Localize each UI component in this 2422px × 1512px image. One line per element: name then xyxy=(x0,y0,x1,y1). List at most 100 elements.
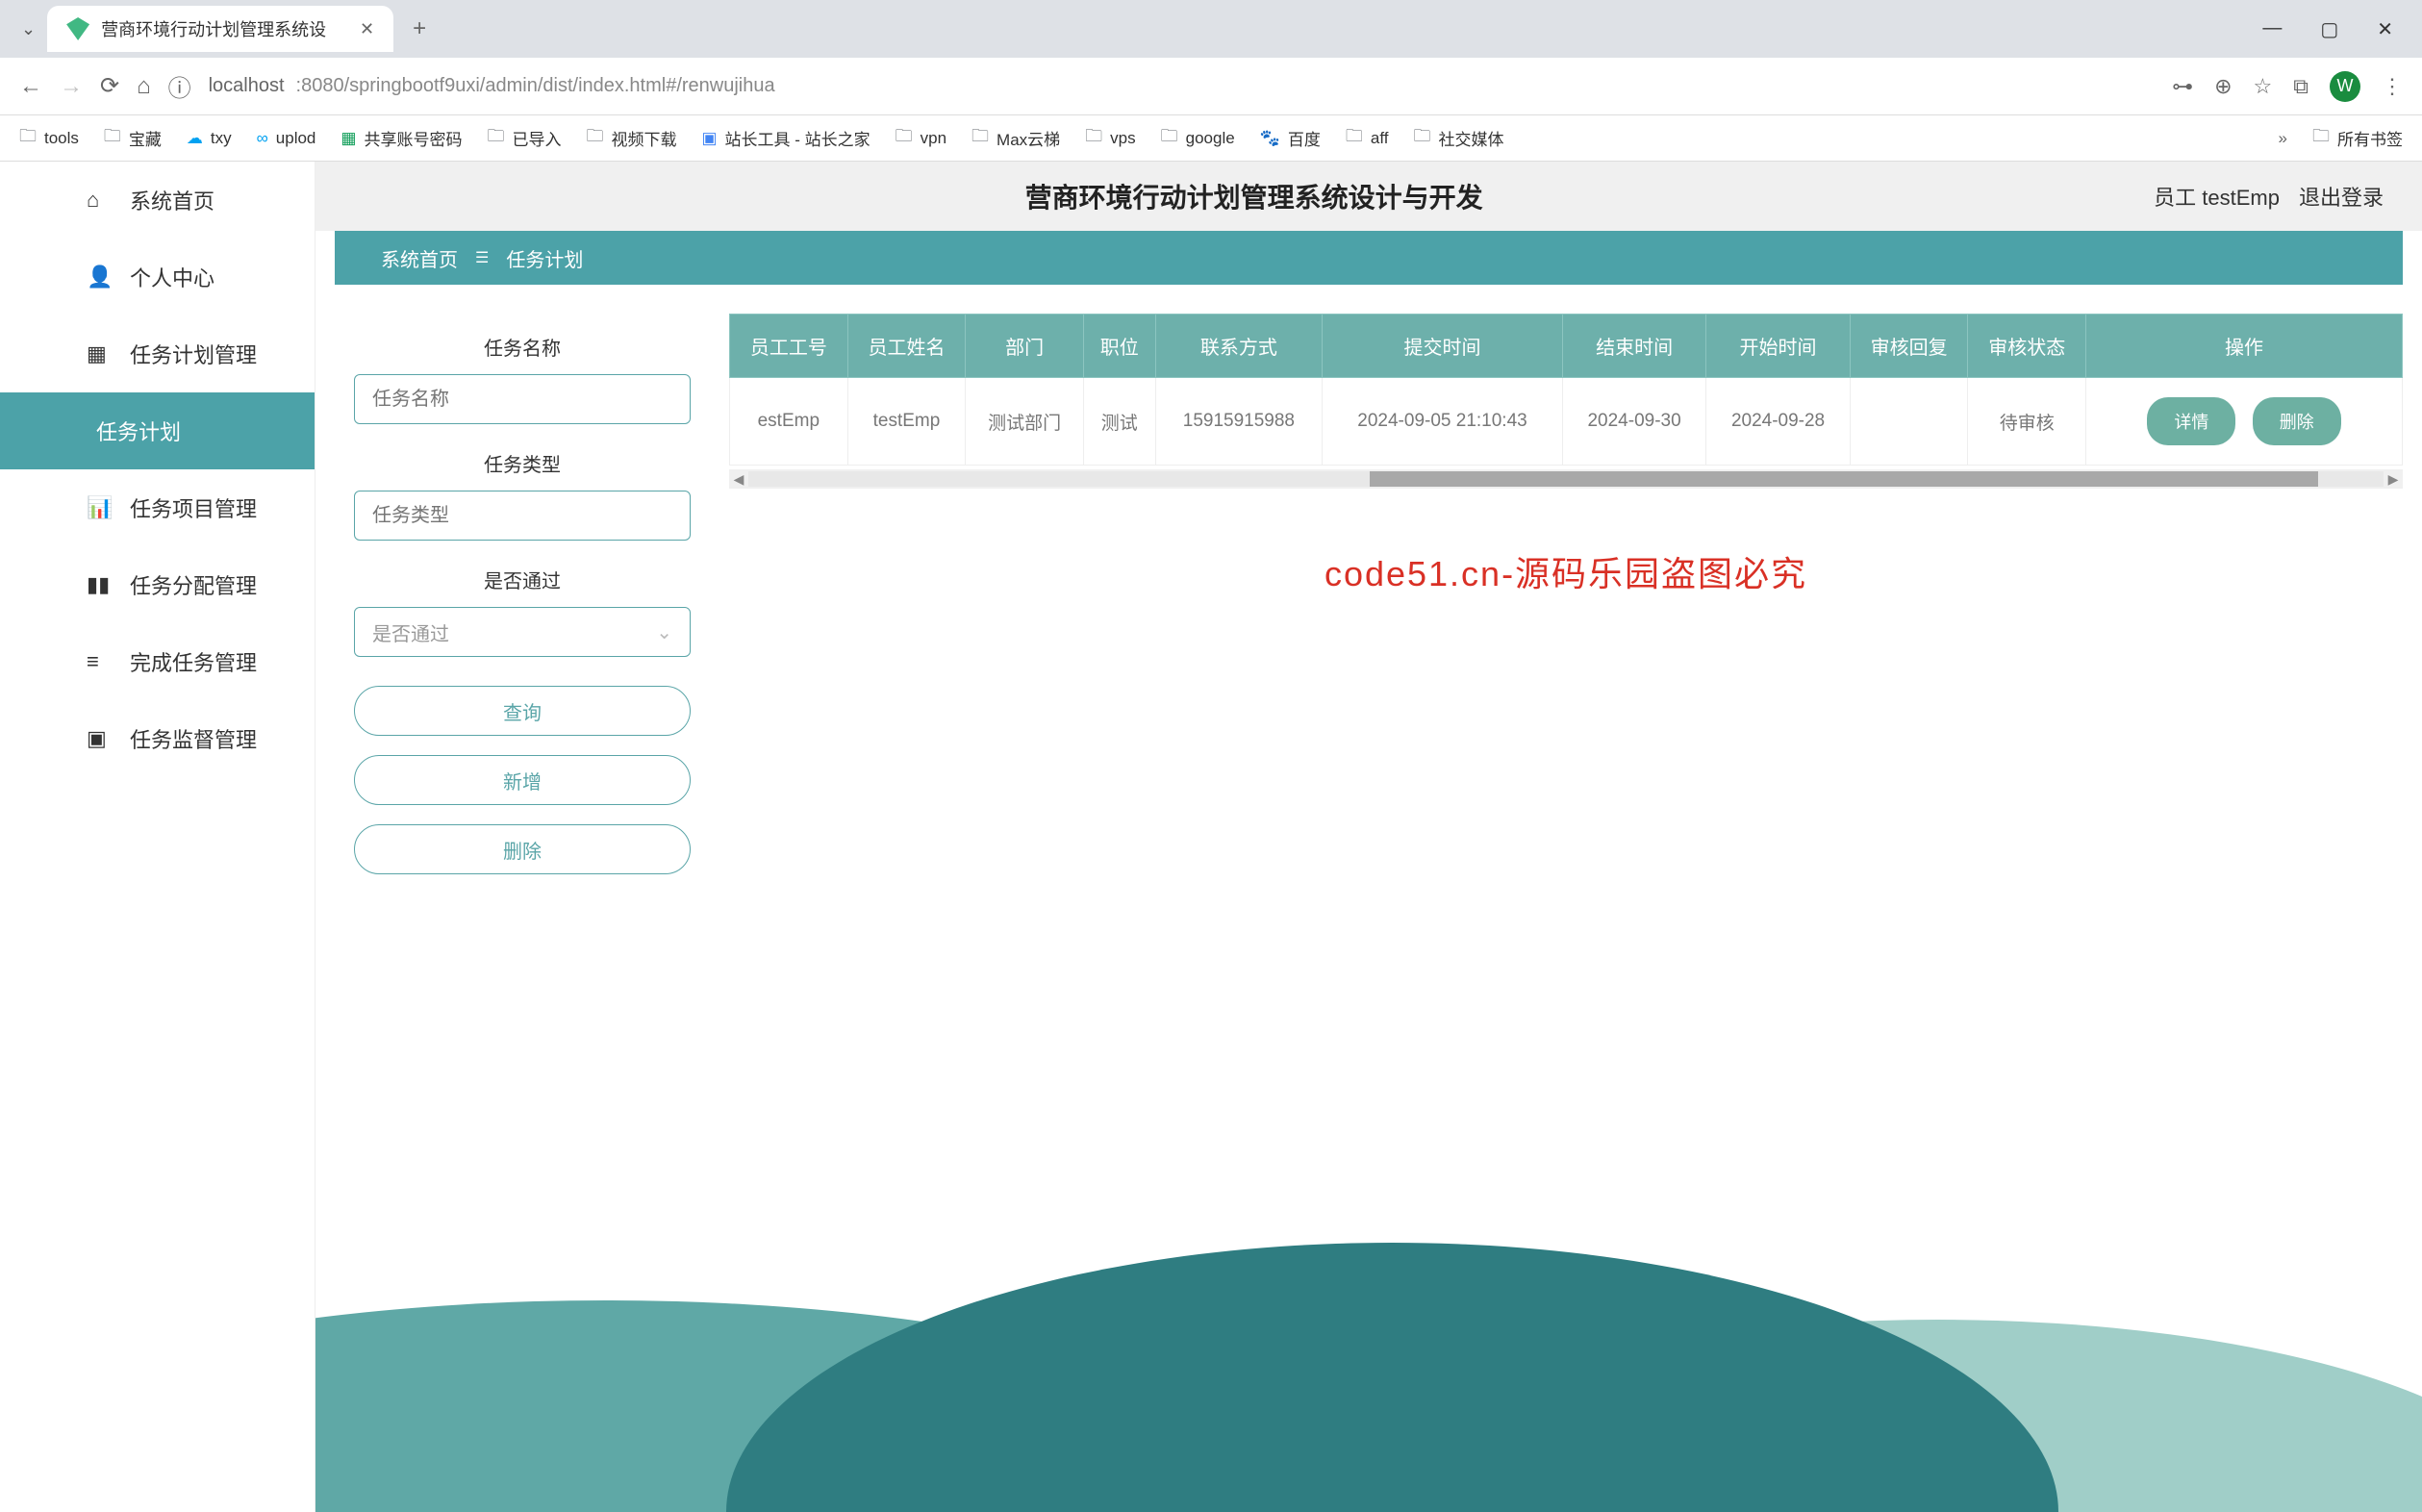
app-root: ⌂系统首页 👤个人中心 ▦任务计划管理 任务计划 📊任务项目管理 ▮▮任务分配管… xyxy=(0,162,2422,1512)
bookmark-overflow-icon[interactable]: » xyxy=(2279,129,2287,148)
horizontal-scrollbar[interactable]: ◀ ▶ xyxy=(729,469,2403,489)
folder-icon: 🗀 xyxy=(19,124,37,153)
bookmark-zhanzhang[interactable]: ▣站长工具 - 站长之家 xyxy=(701,126,870,150)
detail-button[interactable]: 详情 xyxy=(2147,397,2235,445)
table-header-row: 员工工号 员工姓名 部门 职位 联系方式 提交时间 结束时间 开始时间 审核回复… xyxy=(730,315,2403,378)
scroll-thumb[interactable] xyxy=(1370,471,2318,487)
tab-bar: ⌄ 营商环境行动计划管理系统设 ✕ + — ▢ ✕ xyxy=(0,0,2422,58)
th-contact: 联系方式 xyxy=(1155,315,1323,378)
th-review-status: 审核状态 xyxy=(1968,315,2086,378)
bookmark-baidu[interactable]: 🐾百度 xyxy=(1260,126,1321,150)
filter-panel: 任务名称 任务类型 是否通过 是否通过 ⌄ 查询 新增 删除 xyxy=(335,314,710,913)
header-user[interactable]: 员工 testEmp xyxy=(2154,181,2280,212)
bookmark-vpn[interactable]: 🗀vpn xyxy=(896,124,946,153)
bars-icon: ▮▮ xyxy=(87,572,110,597)
reload-icon[interactable]: ⟳ xyxy=(100,72,119,100)
th-end-time: 结束时间 xyxy=(1562,315,1705,378)
sidebar-item-assign-mgmt[interactable]: ▮▮任务分配管理 xyxy=(0,546,315,623)
folder-icon: 🗀 xyxy=(487,124,504,153)
bookmark-uplod[interactable]: ∞uplod xyxy=(257,129,316,148)
watermark-banner: code51.cn-源码乐园盗图必究 xyxy=(729,546,2403,596)
table-row: estEmp testEmp 测试部门 测试 15915915988 2024-… xyxy=(730,378,2403,466)
cloud-icon: ☁ xyxy=(187,129,203,148)
bookmark-txy[interactable]: ☁txy xyxy=(187,129,232,148)
close-window-icon[interactable]: ✕ xyxy=(2377,17,2393,41)
row-delete-button[interactable]: 删除 xyxy=(2253,397,2341,445)
bookmark-max[interactable]: 🗀Max云梯 xyxy=(971,124,1060,153)
key-icon[interactable]: ⊶ xyxy=(2172,74,2193,99)
scroll-track[interactable] xyxy=(748,471,2384,487)
cell-emp-name: testEmp xyxy=(847,378,966,466)
minimize-icon[interactable]: — xyxy=(2262,17,2282,41)
bookmark-import[interactable]: 🗀已导入 xyxy=(487,124,561,153)
sidebar: ⌂系统首页 👤个人中心 ▦任务计划管理 任务计划 📊任务项目管理 ▮▮任务分配管… xyxy=(0,162,315,1512)
star-icon[interactable]: ☆ xyxy=(2254,74,2273,99)
info-icon[interactable]: ⓘ xyxy=(168,69,191,103)
sidebar-item-complete-mgmt[interactable]: ≡完成任务管理 xyxy=(0,623,315,700)
sidebar-item-personal[interactable]: 👤个人中心 xyxy=(0,239,315,315)
breadcrumb: 系统首页 ☰ 任务计划 xyxy=(335,231,2403,285)
scroll-right-icon[interactable]: ▶ xyxy=(2384,471,2403,488)
bookmark-pwd[interactable]: ▦共享账号密码 xyxy=(341,126,462,150)
close-tab-icon[interactable]: ✕ xyxy=(360,19,374,39)
user-icon: 👤 xyxy=(87,265,113,290)
bookmark-tools[interactable]: 🗀tools xyxy=(19,124,79,153)
bookmark-google[interactable]: 🗀google xyxy=(1161,124,1235,153)
bookmark-video[interactable]: 🗀视频下载 xyxy=(586,124,676,153)
sidebar-item-plan-mgmt[interactable]: ▦任务计划管理 xyxy=(0,315,315,392)
filter-type-input[interactable] xyxy=(354,491,691,541)
zoom-icon[interactable]: ⊕ xyxy=(2214,74,2232,99)
back-icon[interactable]: ← xyxy=(19,73,42,100)
menu-icon[interactable]: ⋮ xyxy=(2382,74,2403,99)
scroll-left-icon[interactable]: ◀ xyxy=(729,471,748,488)
forward-icon[interactable]: → xyxy=(60,73,83,100)
th-review-reply: 审核回复 xyxy=(1850,315,1968,378)
folder-icon: 🗀 xyxy=(104,124,121,153)
select-placeholder: 是否通过 xyxy=(372,618,449,646)
bookmark-baozang[interactable]: 🗀宝藏 xyxy=(104,124,162,153)
delete-button[interactable]: 删除 xyxy=(354,824,691,874)
bookmark-all[interactable]: 🗀所有书签 xyxy=(2312,124,2403,153)
content-area: 任务名称 任务类型 是否通过 是否通过 ⌄ 查询 新增 删除 员工工号 xyxy=(315,285,2422,942)
th-position: 职位 xyxy=(1083,315,1155,378)
sidebar-item-supervise-mgmt[interactable]: ▣任务监督管理 xyxy=(0,700,315,777)
bookmark-social[interactable]: 🗀社交媒体 xyxy=(1413,124,1503,153)
main-area: 营商环境行动计划管理系统设计与开发 员工 testEmp 退出登录 系统首页 ☰… xyxy=(315,162,2422,1512)
url-input[interactable]: localhost:8080/springbootf9uxi/admin/dis… xyxy=(209,75,2156,97)
filter-type-label: 任务类型 xyxy=(354,449,691,477)
sidebar-item-plan[interactable]: 任务计划 xyxy=(0,392,315,469)
sidebar-item-project-mgmt[interactable]: 📊任务项目管理 xyxy=(0,469,315,546)
add-button[interactable]: 新增 xyxy=(354,755,691,805)
chart-icon: 📊 xyxy=(87,495,113,520)
folder-icon: 🗀 xyxy=(971,124,989,153)
cell-dept: 测试部门 xyxy=(966,378,1084,466)
bookmark-aff[interactable]: 🗀aff xyxy=(1346,124,1389,153)
cell-position: 测试 xyxy=(1083,378,1155,466)
bookmark-vps[interactable]: 🗀vps xyxy=(1085,124,1135,153)
folder-icon: 🗀 xyxy=(896,124,913,153)
url-path: :8080/springbootf9uxi/admin/dist/index.h… xyxy=(296,75,775,97)
home-icon[interactable]: ⌂ xyxy=(137,73,151,100)
monitor-icon: ▣ xyxy=(87,726,107,751)
cell-submit-time: 2024-09-05 21:10:43 xyxy=(1323,378,1563,466)
filter-name-label: 任务名称 xyxy=(354,333,691,361)
maximize-icon[interactable]: ▢ xyxy=(2320,17,2338,41)
filter-name-input[interactable] xyxy=(354,374,691,424)
cell-emp-code: estEmp xyxy=(730,378,848,466)
extensions-icon[interactable]: ⧉ xyxy=(2293,74,2308,99)
logout-link[interactable]: 退出登录 xyxy=(2299,181,2384,212)
folder-icon: 🗀 xyxy=(586,124,603,153)
th-dept: 部门 xyxy=(966,315,1084,378)
tab-dropdown-icon[interactable]: ⌄ xyxy=(10,19,47,39)
search-button[interactable]: 查询 xyxy=(354,686,691,736)
profile-badge[interactable]: W xyxy=(2330,71,2360,102)
sidebar-item-home[interactable]: ⌂系统首页 xyxy=(0,162,315,239)
browser-tab[interactable]: 营商环境行动计划管理系统设 ✕ xyxy=(47,6,393,52)
breadcrumb-home[interactable]: 系统首页 xyxy=(381,244,458,272)
bookmark-bar: 🗀tools 🗀宝藏 ☁txy ∞uplod ▦共享账号密码 🗀已导入 🗀视频下… xyxy=(0,115,2422,162)
filter-pass-select[interactable]: 是否通过 ⌄ xyxy=(354,607,691,657)
tool-icon: ▣ xyxy=(701,129,717,148)
new-tab-button[interactable]: + xyxy=(393,15,445,42)
table-container: 员工工号 员工姓名 部门 职位 联系方式 提交时间 结束时间 开始时间 审核回复… xyxy=(729,314,2403,913)
window-controls: — ▢ ✕ xyxy=(2262,17,2412,41)
